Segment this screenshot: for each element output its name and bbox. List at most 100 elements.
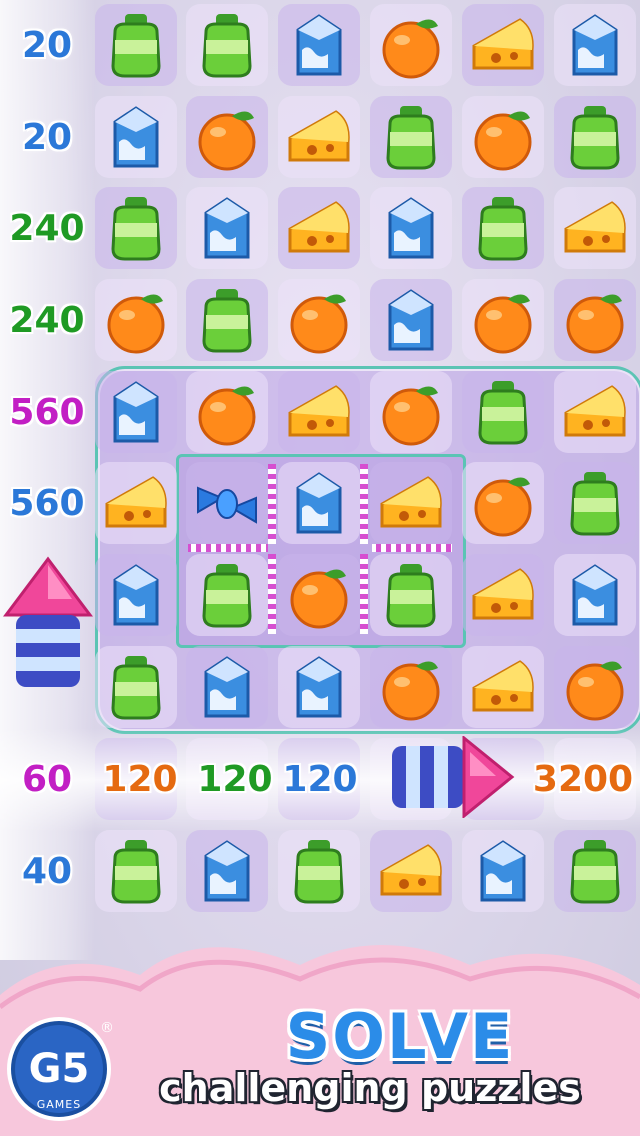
board-tile[interactable] xyxy=(462,371,544,453)
board-tile[interactable] xyxy=(186,279,268,361)
bottle-icon xyxy=(478,381,528,445)
board-tile[interactable] xyxy=(186,4,268,86)
board-tile[interactable] xyxy=(554,96,636,178)
cheese-icon xyxy=(380,844,442,896)
cheese-icon xyxy=(472,568,534,620)
board-tile[interactable] xyxy=(462,462,544,544)
board-tile[interactable] xyxy=(554,462,636,544)
rocket-right-icon[interactable] xyxy=(388,736,516,818)
milk-icon xyxy=(113,564,159,626)
board-tile[interactable] xyxy=(554,554,636,636)
board-tile[interactable] xyxy=(370,830,452,912)
bottle-icon xyxy=(570,472,620,536)
milk-icon xyxy=(296,656,342,718)
board-tile[interactable] xyxy=(370,371,452,453)
milk-icon xyxy=(388,289,434,351)
orange-icon xyxy=(474,294,532,354)
orange-icon xyxy=(566,294,624,354)
board-tile[interactable] xyxy=(95,187,177,269)
board-tile[interactable] xyxy=(370,646,452,728)
board-tile[interactable] xyxy=(554,830,636,912)
cheese-icon xyxy=(472,660,534,712)
milk-icon xyxy=(113,106,159,168)
board-tile[interactable] xyxy=(278,187,360,269)
board-tile[interactable] xyxy=(462,646,544,728)
milk-icon xyxy=(480,840,526,902)
board-tile[interactable] xyxy=(95,462,177,544)
board-tile[interactable] xyxy=(370,4,452,86)
bottle-icon xyxy=(202,289,252,353)
board-tile[interactable] xyxy=(278,830,360,912)
row-score: 20 xyxy=(21,117,73,158)
orange-icon xyxy=(474,477,532,537)
board-tile[interactable] xyxy=(462,96,544,178)
bottle-icon xyxy=(294,840,344,904)
board-tile[interactable] xyxy=(462,279,544,361)
orange-icon xyxy=(382,19,440,79)
orange-icon xyxy=(290,294,348,354)
board-tile[interactable] xyxy=(95,279,177,361)
bottle-icon xyxy=(111,14,161,78)
row-score: 60 xyxy=(21,759,73,800)
cheese-icon xyxy=(288,385,350,437)
milk-icon xyxy=(204,197,250,259)
board-tile[interactable] xyxy=(554,371,636,453)
milk-icon xyxy=(204,840,250,902)
cheese-icon xyxy=(105,476,167,528)
milk-icon xyxy=(388,197,434,259)
row-score: 560 xyxy=(8,392,85,433)
board-tile[interactable] xyxy=(554,187,636,269)
board-tile[interactable] xyxy=(278,96,360,178)
row-score: 560 xyxy=(8,483,85,524)
board-tile[interactable] xyxy=(554,279,636,361)
cheese-icon xyxy=(472,18,534,70)
promo-subtitle: challenging puzzles xyxy=(159,1066,581,1110)
rocket-up-icon[interactable] xyxy=(2,555,94,695)
milk-icon xyxy=(113,381,159,443)
promo-title: SOLVE xyxy=(285,1000,515,1073)
combo-score-1: 120 xyxy=(101,759,178,800)
orange-icon xyxy=(474,111,532,171)
board-tile[interactable] xyxy=(554,646,636,728)
bottle-icon xyxy=(111,656,161,720)
board-tile[interactable] xyxy=(186,830,268,912)
board-tile[interactable] xyxy=(278,279,360,361)
board-tile[interactable] xyxy=(370,96,452,178)
board-tile[interactable] xyxy=(278,4,360,86)
board-tile[interactable] xyxy=(278,646,360,728)
board-tile[interactable] xyxy=(95,646,177,728)
bottle-icon xyxy=(202,14,252,78)
board-tile[interactable] xyxy=(186,371,268,453)
board-tile[interactable] xyxy=(462,830,544,912)
orange-icon xyxy=(198,386,256,446)
board-tile[interactable] xyxy=(462,187,544,269)
board-tile[interactable] xyxy=(370,187,452,269)
board-tile[interactable] xyxy=(370,279,452,361)
row-score: 20 xyxy=(21,25,73,66)
board-tile[interactable] xyxy=(462,554,544,636)
board-tile[interactable] xyxy=(186,96,268,178)
board-tile[interactable] xyxy=(278,371,360,453)
milk-icon xyxy=(204,656,250,718)
bottle-icon xyxy=(570,840,620,904)
board-tile[interactable] xyxy=(95,96,177,178)
combo-score-2: 120 xyxy=(196,759,273,800)
bottle-icon xyxy=(111,840,161,904)
board-tile[interactable] xyxy=(554,4,636,86)
board-tile[interactable] xyxy=(462,4,544,86)
board-tile[interactable] xyxy=(95,371,177,453)
board-tile[interactable] xyxy=(95,554,177,636)
board-tile[interactable] xyxy=(186,646,268,728)
board-tile[interactable] xyxy=(95,4,177,86)
row-score: 240 xyxy=(8,208,85,249)
bottle-icon xyxy=(478,197,528,261)
board-tile[interactable] xyxy=(95,830,177,912)
orange-icon xyxy=(198,111,256,171)
row-score: 40 xyxy=(21,851,73,892)
bottle-icon xyxy=(386,106,436,170)
milk-icon xyxy=(572,564,618,626)
milk-icon xyxy=(296,14,342,76)
board-tile[interactable] xyxy=(186,187,268,269)
cheese-icon xyxy=(564,385,626,437)
bottle-icon xyxy=(111,197,161,261)
